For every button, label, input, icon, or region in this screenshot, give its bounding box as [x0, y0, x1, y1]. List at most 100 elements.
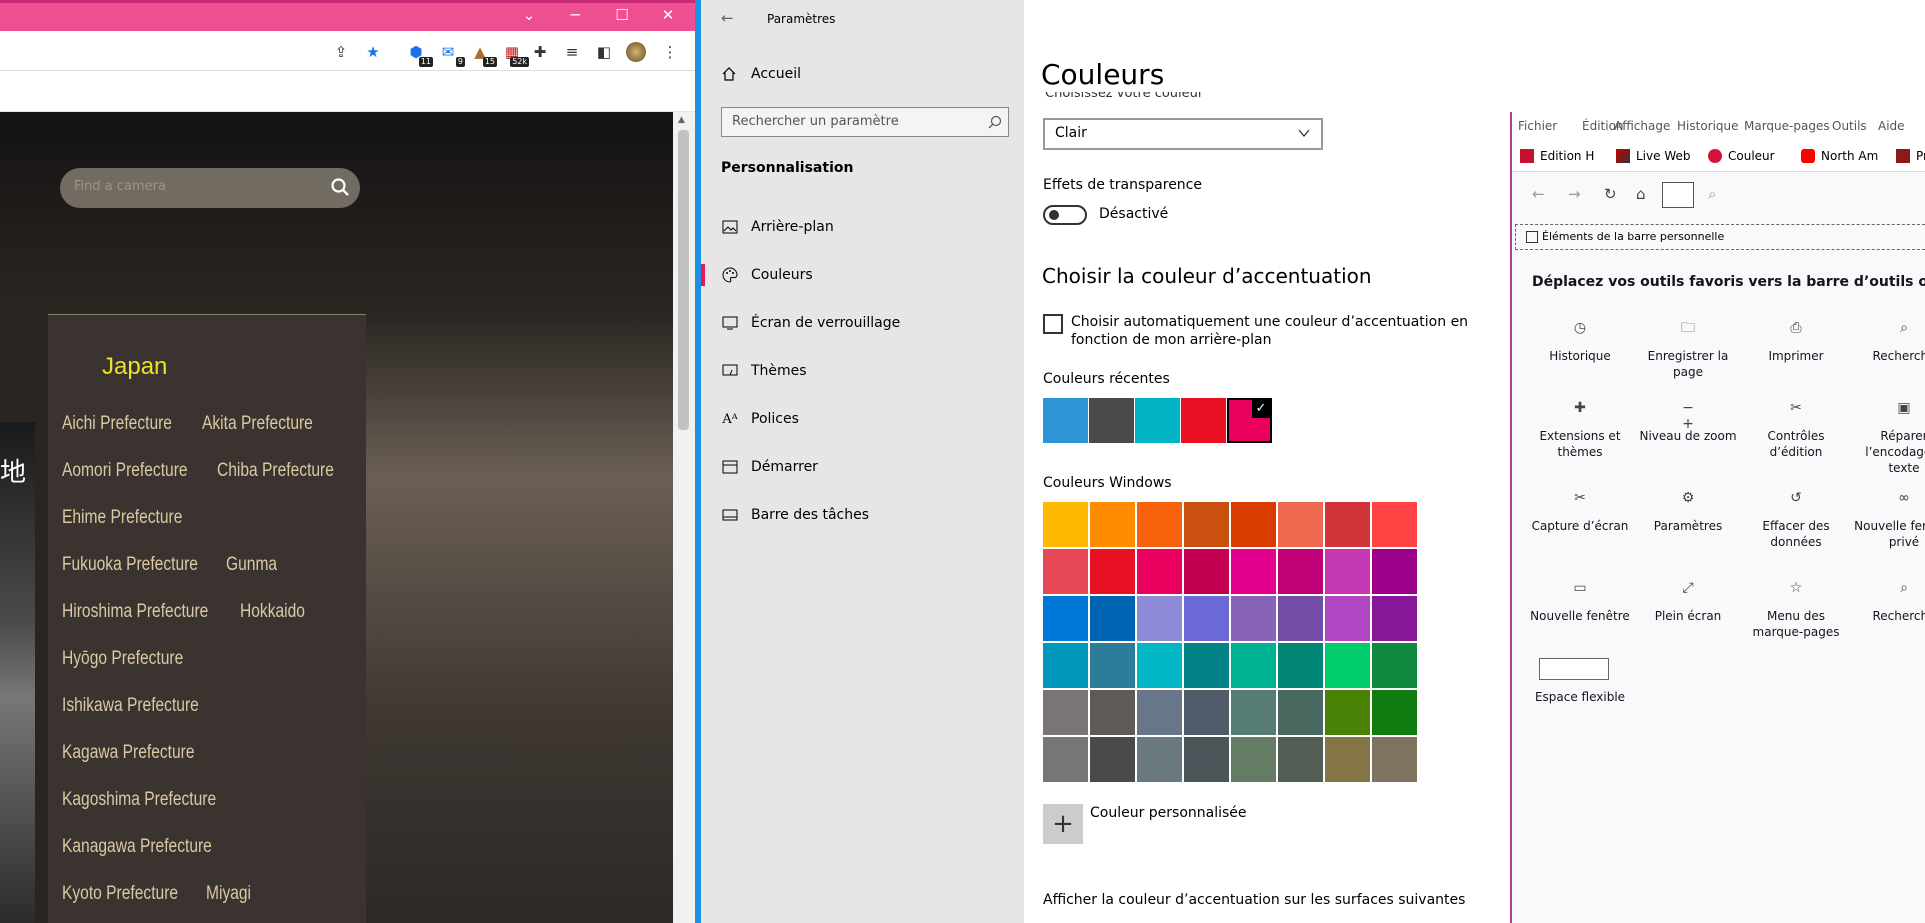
- color-mode-dropdown[interactable]: Clair: [1043, 118, 1323, 150]
- side-panel-icon[interactable]: ◧: [593, 41, 615, 63]
- windows-color-swatch[interactable]: [1043, 643, 1088, 688]
- menu-affichage[interactable]: Affichage: [1614, 119, 1670, 133]
- custom-color-button[interactable]: +: [1043, 804, 1083, 844]
- windows-color-swatch[interactable]: [1137, 596, 1182, 641]
- windows-color-swatch[interactable]: [1043, 502, 1088, 547]
- chrome-menu-icon[interactable]: ⋮: [659, 41, 681, 63]
- windows-color-swatch[interactable]: [1278, 502, 1323, 547]
- prefecture-link[interactable]: Hyōgo Prefecture: [62, 648, 183, 670]
- prefecture-link[interactable]: Akita Prefecture: [202, 413, 313, 435]
- scrollbar-thumb[interactable]: [678, 130, 689, 430]
- customize-item[interactable]: ⎙ Imprimer: [1741, 320, 1851, 364]
- tab-search-chevron-icon[interactable]: ⌄: [515, 6, 543, 24]
- windows-color-swatch[interactable]: [1090, 596, 1135, 641]
- windows-color-swatch[interactable]: [1043, 596, 1088, 641]
- prefecture-link[interactable]: Chiba Prefecture: [217, 460, 334, 482]
- windows-color-swatch[interactable]: [1043, 690, 1088, 735]
- windows-color-swatch[interactable]: [1090, 502, 1135, 547]
- prefecture-link[interactable]: Hokkaido: [240, 601, 305, 623]
- windows-color-swatch[interactable]: [1372, 549, 1417, 594]
- windows-color-swatch[interactable]: [1325, 596, 1370, 641]
- nav-item-demarrer[interactable]: Démarrer: [721, 452, 1021, 482]
- nav-item-barre-taches[interactable]: Barre des tâches: [721, 500, 1021, 530]
- windows-color-swatch[interactable]: [1231, 502, 1276, 547]
- windows-color-swatch[interactable]: [1278, 549, 1323, 594]
- windows-color-swatch[interactable]: [1372, 596, 1417, 641]
- recent-color-swatch[interactable]: [1043, 398, 1088, 443]
- customize-item[interactable]: 🗀 Enregistrer la page: [1633, 320, 1743, 380]
- bookmark-item[interactable]: Pr: [1896, 149, 1925, 163]
- nav-item-couleurs[interactable]: Couleurs: [701, 260, 1021, 290]
- search-icon[interactable]: [988, 115, 1002, 129]
- recent-color-swatch[interactable]: [1089, 398, 1134, 443]
- customize-item[interactable]: ▭ Nouvelle fenêtre: [1525, 580, 1635, 624]
- prefecture-link[interactable]: Miyagi: [206, 883, 251, 905]
- windows-color-swatch[interactable]: [1090, 643, 1135, 688]
- windows-color-swatch[interactable]: [1043, 737, 1088, 782]
- menu-fichier[interactable]: Fichier: [1518, 119, 1557, 133]
- windows-color-swatch[interactable]: [1137, 549, 1182, 594]
- windows-color-swatch[interactable]: [1325, 690, 1370, 735]
- flex-space-icon[interactable]: [1539, 658, 1609, 680]
- windows-color-swatch[interactable]: [1372, 737, 1417, 782]
- menu-outils[interactable]: Outils: [1832, 119, 1867, 133]
- windows-color-swatch[interactable]: [1137, 737, 1182, 782]
- page-scrollbar[interactable]: ▲: [673, 112, 695, 923]
- windows-color-swatch[interactable]: [1184, 549, 1229, 594]
- prefecture-link[interactable]: Kagoshima Prefecture: [62, 789, 216, 811]
- prefecture-link[interactable]: Fukuoka Prefecture: [62, 554, 198, 576]
- windows-color-swatch[interactable]: [1090, 549, 1135, 594]
- settings-search-input[interactable]: Rechercher un paramètre: [721, 107, 1009, 137]
- customize-item[interactable]: ⌕ Recherche: [1849, 580, 1925, 624]
- nav-item-ecran-verrouillage[interactable]: Écran de verrouillage: [721, 308, 1021, 338]
- extension-1-icon[interactable]: ⬢ 11: [405, 41, 433, 67]
- bookmark-item[interactable]: Live Web: [1616, 149, 1690, 163]
- prefecture-link[interactable]: Hiroshima Prefecture: [62, 601, 208, 623]
- windows-color-swatch[interactable]: [1325, 549, 1370, 594]
- windows-color-swatch[interactable]: [1184, 643, 1229, 688]
- prefecture-link[interactable]: Kagawa Prefecture: [62, 742, 195, 764]
- windows-color-swatch[interactable]: [1231, 549, 1276, 594]
- home-icon[interactable]: ⌂: [1636, 185, 1654, 203]
- windows-color-swatch[interactable]: [1278, 643, 1323, 688]
- windows-color-swatch[interactable]: [1043, 549, 1088, 594]
- windows-color-swatch[interactable]: [1278, 596, 1323, 641]
- customize-item[interactable]: ⚙ Paramètres: [1633, 490, 1743, 534]
- extension-4-icon[interactable]: ▦ 52k: [501, 41, 529, 67]
- url-bar-placeholder[interactable]: [1662, 182, 1694, 208]
- bookmark-item[interactable]: Edition H: [1520, 149, 1594, 163]
- personal-toolbar-area[interactable]: Éléments de la barre personnelle: [1515, 224, 1925, 250]
- back-arrow-icon[interactable]: ←: [721, 9, 734, 27]
- menu-historique[interactable]: Historique: [1677, 119, 1739, 133]
- nav-item-polices[interactable]: Aᴬ Polices: [721, 404, 1021, 434]
- menu-marque-pages[interactable]: Marque-pages: [1744, 119, 1830, 133]
- customize-item[interactable]: ☆ Menu des marque-pages: [1741, 580, 1851, 640]
- customize-item[interactable]: ▣ Réparer l’encodage d texte: [1849, 400, 1925, 476]
- windows-color-swatch[interactable]: [1231, 596, 1276, 641]
- nav-home[interactable]: Accueil: [721, 66, 801, 82]
- windows-color-swatch[interactable]: [1231, 643, 1276, 688]
- prefecture-link[interactable]: Gunma: [226, 554, 277, 576]
- reload-icon[interactable]: ↻: [1604, 185, 1622, 203]
- windows-color-swatch[interactable]: [1137, 690, 1182, 735]
- nav-item-arriere-plan[interactable]: Arrière-plan: [721, 212, 1021, 242]
- customize-item[interactable]: ⤢ Plein écran: [1633, 580, 1743, 624]
- windows-color-swatch[interactable]: [1090, 737, 1135, 782]
- windows-color-swatch[interactable]: [1184, 737, 1229, 782]
- customize-item[interactable]: ◷ Historique: [1525, 320, 1635, 364]
- prefecture-link[interactable]: Aomori Prefecture: [62, 460, 188, 482]
- windows-color-swatch[interactable]: [1231, 690, 1276, 735]
- bookmark-star-icon[interactable]: ★: [362, 41, 384, 63]
- prefecture-link[interactable]: Ehime Prefecture: [62, 507, 182, 529]
- recent-color-swatch[interactable]: ✓: [1227, 398, 1272, 443]
- customize-item[interactable]: ✂ Contrôles d’édition: [1741, 400, 1851, 460]
- prefecture-link[interactable]: Ishikawa Prefecture: [62, 695, 199, 717]
- prefecture-link[interactable]: Kanagawa Prefecture: [62, 836, 212, 858]
- search-icon[interactable]: [330, 177, 350, 197]
- windows-color-swatch[interactable]: [1325, 502, 1370, 547]
- windows-color-swatch[interactable]: [1184, 690, 1229, 735]
- windows-color-swatch[interactable]: [1372, 690, 1417, 735]
- customize-item[interactable]: ⌕ Recherche: [1849, 320, 1925, 364]
- customize-item[interactable]: − + Niveau de zoom: [1633, 400, 1743, 444]
- recent-color-swatch[interactable]: [1135, 398, 1180, 443]
